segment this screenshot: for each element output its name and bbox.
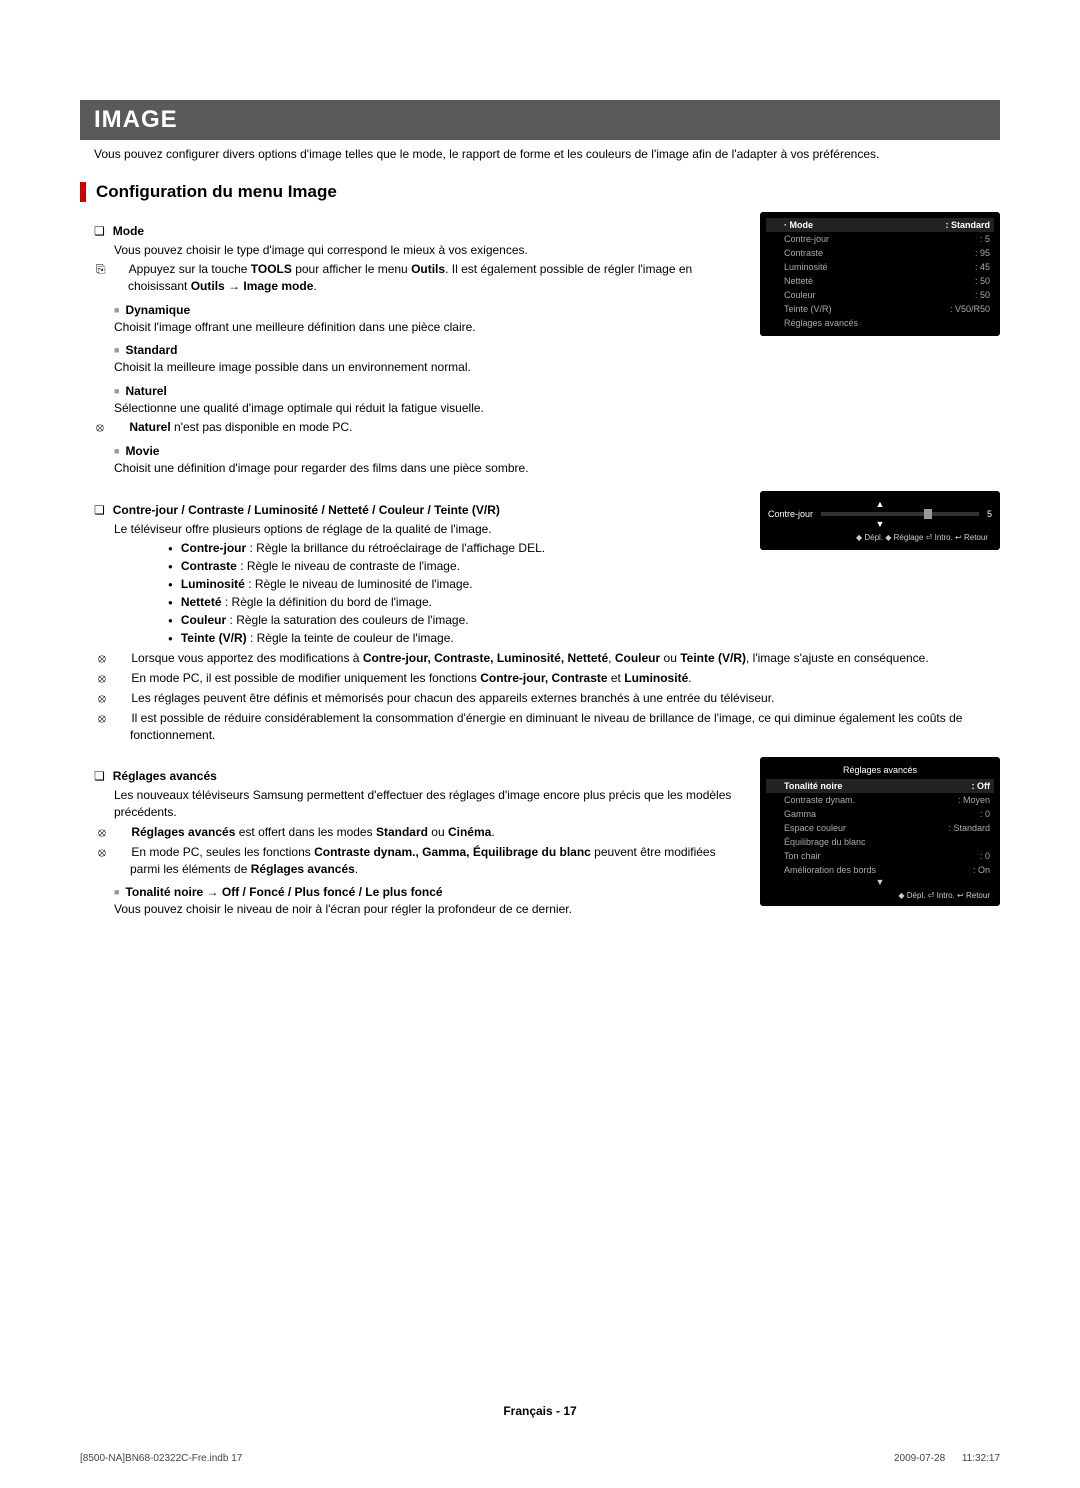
osd-image-menu: · Mode: Standard Contre-jour: 5 Contrast…	[760, 212, 1000, 336]
mode-item-movie: Movie	[114, 444, 742, 458]
osd-row: Gamma: 0	[766, 807, 994, 821]
osd-row: Ton chair: 0	[766, 849, 994, 863]
intro-text: Vous pouvez configurer divers options d'…	[94, 146, 1000, 162]
print-right: 2009-07-28 11:32:17	[894, 1453, 1000, 1464]
slider-thumb	[924, 509, 932, 519]
arrow-down-icon: ▼	[766, 877, 994, 887]
slider-value: 5	[987, 509, 992, 519]
list-item: Contraste : Règle le niveau de contraste…	[182, 557, 742, 575]
mode-item-naturel-desc: Sélectionne une qualité d'image optimale…	[114, 400, 742, 417]
osd-row: Réglages avancés	[766, 316, 994, 330]
list-item: Contre-jour : Règle la brillance du rétr…	[182, 539, 742, 557]
list-item: Luminosité : Règle le niveau de luminosi…	[182, 575, 742, 593]
params-heading: Contre-jour / Contraste / Luminosité / N…	[94, 503, 742, 517]
note-icon: ⦻	[112, 419, 126, 436]
osd-row: Espace couleur: Standard	[766, 821, 994, 835]
red-bar-icon	[80, 182, 86, 202]
list-item: Netteté : Règle la définition du bord de…	[182, 593, 742, 611]
osd-row: · Mode: Standard	[766, 218, 994, 232]
note-icon: ⦻	[114, 710, 128, 727]
osd-row: Contraste: 95	[766, 246, 994, 260]
note-icon: ⦻	[114, 670, 128, 687]
advanced-desc: Les nouveaux téléviseurs Samsung permett…	[114, 787, 742, 821]
params-note2: ⦻ En mode PC, il est possible de modifie…	[130, 670, 1000, 687]
note-icon: ⦻	[114, 844, 128, 861]
osd-row: Équilibrage du blanc	[766, 835, 994, 849]
arrow-up-icon: ▲	[768, 499, 992, 509]
params-note3: ⦻ Les réglages peuvent être définis et m…	[130, 690, 1000, 707]
params-intro: Le téléviseur offre plusieurs options de…	[114, 521, 742, 538]
osd-slider: ▲ Contre-jour 5 ▼ ◆ Dépl. ◆ Réglage ⏎ In…	[760, 491, 1000, 550]
advanced-note2: ⦻ En mode PC, seules les fonctions Contr…	[130, 844, 742, 878]
tools-note: ⎘ Appuyez sur la touche TOOLS pour affic…	[128, 261, 742, 295]
mode-item-standard-desc: Choisit la meilleure image possible dans…	[114, 359, 742, 376]
mode-item-naturel: Naturel	[114, 384, 742, 398]
mode-heading: Mode	[94, 224, 742, 238]
params-note4: ⦻ Il est possible de réduire considérabl…	[130, 710, 1000, 744]
tonalite-heading: Tonalité noire → Off / Foncé / Plus fonc…	[114, 885, 742, 899]
advanced-heading: Réglages avancés	[94, 769, 742, 783]
osd-title: Réglages avancés	[766, 763, 994, 779]
mode-item-dynamique: Dynamique	[114, 303, 742, 317]
osd-row: Netteté: 50	[766, 274, 994, 288]
params-note1: ⦻ Lorsque vous apportez des modification…	[130, 650, 1000, 667]
osd-row: Luminosité: 45	[766, 260, 994, 274]
banner-title: IMAGE	[80, 100, 1000, 140]
page: IMAGE Vous pouvez configurer divers opti…	[0, 0, 1080, 1488]
osd-row: Contraste dynam.: Moyen	[766, 793, 994, 807]
osd-row: Contre-jour: 5	[766, 232, 994, 246]
list-item: Couleur : Règle la saturation des couleu…	[182, 611, 742, 629]
list-item: Teinte (V/R) : Règle la teinte de couleu…	[182, 629, 742, 647]
note-icon: ⦻	[114, 690, 128, 707]
osd-row: Teinte (V/R): V50/R50	[766, 302, 994, 316]
section-title: Configuration du menu Image	[96, 182, 337, 202]
note-icon: ⦻	[114, 650, 128, 667]
slider-label: Contre-jour	[768, 509, 813, 519]
osd-row: Couleur: 50	[766, 288, 994, 302]
slider-track	[821, 512, 979, 516]
mode-item-movie-desc: Choisit une définition d'image pour rega…	[114, 460, 742, 477]
tools-icon: ⎘	[112, 261, 126, 278]
section-heading: Configuration du menu Image	[80, 182, 1000, 202]
osd-advanced: Réglages avancés Tonalité noire: Off Con…	[760, 757, 1000, 906]
print-left: [8500-NA]BN68-02322C-Fre.indb 17	[80, 1453, 242, 1464]
print-footer: [8500-NA]BN68-02322C-Fre.indb 17 2009-07…	[80, 1453, 1000, 1464]
naturel-note: ⦻ Naturel n'est pas disponible en mode P…	[128, 419, 742, 436]
mode-item-standard: Standard	[114, 343, 742, 357]
mode-item-dynamique-desc: Choisit l'image offrant une meilleure dé…	[114, 319, 742, 336]
tonalite-desc: Vous pouvez choisir le niveau de noir à …	[114, 901, 742, 918]
osd-row: Amélioration des bords: On	[766, 863, 994, 877]
arrow-down-icon: ▼	[768, 519, 992, 529]
osd-row: Tonalité noire: Off	[766, 779, 994, 793]
advanced-note1: ⦻ Réglages avancés est offert dans les m…	[130, 824, 742, 841]
osd-footer: ◆ Dépl. ◆ Réglage ⏎ Intro. ↩ Retour	[768, 529, 992, 542]
note-icon: ⦻	[114, 824, 128, 841]
params-list: Contre-jour : Règle la brillance du rétr…	[142, 539, 742, 647]
page-footer: Français - 17	[0, 1404, 1080, 1418]
mode-desc: Vous pouvez choisir le type d'image qui …	[114, 242, 742, 259]
osd-footer: ◆ Dépl. ⏎ Intro. ↩ Retour	[766, 887, 994, 900]
